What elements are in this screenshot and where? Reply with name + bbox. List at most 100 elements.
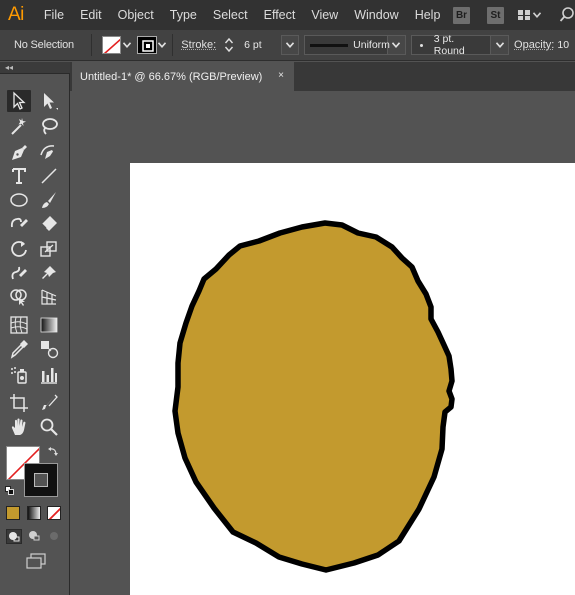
menu-view[interactable]: View [303, 0, 346, 30]
menu-object[interactable]: Object [110, 0, 162, 30]
symbol-sprayer-tool[interactable] [7, 364, 31, 386]
stroke-dropdown-chevron[interactable] [157, 36, 169, 54]
stroke-weight-stepper[interactable] [224, 36, 234, 54]
variable-width-profile-field[interactable]: Uniform [304, 35, 390, 55]
bridge-button[interactable]: Br [453, 7, 470, 24]
menu-select[interactable]: Select [205, 0, 256, 30]
search-icon[interactable] [560, 6, 575, 24]
opacity-label[interactable]: Opacity: [514, 39, 554, 51]
symbol-sprayer-icon [11, 367, 27, 384]
rotate-tool-icon [11, 241, 27, 257]
perspective-grid-tool[interactable] [37, 286, 61, 308]
stroke-weight-dropdown[interactable] [281, 35, 300, 55]
gradient-tool[interactable] [37, 314, 61, 336]
selection-status: No Selection [14, 39, 74, 51]
none-swatch-icon [103, 38, 121, 53]
profile-dropdown[interactable] [388, 35, 406, 55]
draw-inside-icon [50, 532, 58, 540]
stroke-weight-value: 6 pt [244, 39, 262, 51]
rotate-tool[interactable] [7, 238, 31, 260]
stroke-color-swatch[interactable] [24, 463, 58, 497]
hand-tool-icon [11, 418, 26, 435]
ellipse-tool[interactable] [7, 189, 31, 211]
draw-normal-button[interactable] [6, 529, 22, 544]
artboard[interactable] [130, 163, 575, 595]
menu-help[interactable]: Help [407, 0, 449, 30]
pen-tool[interactable] [7, 142, 31, 164]
warp-tool[interactable] [7, 262, 31, 284]
chevron-down-icon [123, 42, 132, 48]
draw-behind-button[interactable] [27, 529, 43, 544]
document-tab-bar: Untitled-1* @ 66.67% (RGB/Preview) × [70, 62, 575, 91]
mesh-tool-icon [10, 316, 28, 334]
workspace-switcher[interactable] [518, 5, 550, 25]
lasso-tool[interactable] [37, 115, 61, 137]
slice-tool-icon [42, 394, 58, 410]
stroke-weight-field[interactable]: 6 pt [240, 35, 281, 55]
eyedropper-tool[interactable] [7, 338, 31, 360]
graph-tool[interactable] [37, 364, 61, 386]
selection-tool[interactable] [7, 90, 31, 112]
brush-dropdown[interactable] [491, 35, 510, 55]
opacity-value: 10 [557, 39, 570, 51]
magic-wand-icon [11, 118, 26, 135]
menu-effect[interactable]: Effect [256, 0, 304, 30]
brush-value: 3 pt. Round [433, 33, 465, 57]
yellow-blob-shape[interactable] [172, 220, 455, 573]
color-mode-button[interactable] [6, 506, 20, 520]
zoom-tool[interactable] [37, 416, 61, 438]
artboard-tool[interactable] [7, 392, 31, 414]
canvas-area[interactable] [70, 91, 575, 595]
stroke-swatch[interactable] [136, 36, 157, 54]
menu-type[interactable]: Type [162, 0, 205, 30]
app-logo: Ai [8, 4, 24, 25]
opacity-field[interactable]: 10 [557, 35, 575, 55]
stock-button[interactable]: St [487, 7, 504, 24]
direct-selection-tool[interactable] [37, 90, 61, 112]
document-tab-title: Untitled-1* @ 66.67% (RGB/Preview) [80, 70, 263, 83]
puppet-warp-icon [42, 266, 56, 279]
type-tool-icon [12, 168, 26, 184]
workspace-grid-icon [518, 10, 530, 20]
shaper-tool[interactable] [7, 213, 31, 235]
draw-behind-icon [29, 531, 40, 541]
perspective-grid-icon [41, 289, 57, 305]
swap-fill-stroke-icon[interactable] [48, 446, 58, 456]
line-tool[interactable] [37, 165, 61, 187]
hand-tool[interactable] [7, 416, 31, 438]
screen-mode-button[interactable] [25, 552, 47, 570]
blend-tool[interactable] [37, 338, 61, 360]
graph-tool-icon [41, 368, 57, 384]
type-tool[interactable] [7, 165, 31, 187]
stroke-swatch-hole [34, 473, 48, 487]
brush-definition-field[interactable]: 3 pt. Round [410, 33, 492, 57]
gradient-mode-button[interactable] [27, 506, 41, 520]
eraser-icon [41, 216, 57, 231]
fill-swatch-none[interactable] [101, 36, 122, 54]
menu-file[interactable]: File [36, 0, 72, 30]
magic-wand-tool[interactable] [7, 115, 31, 137]
puppet-warp-tool[interactable] [37, 262, 61, 284]
document-tab[interactable]: Untitled-1* @ 66.67% (RGB/Preview) × [72, 62, 294, 91]
chevron-down-icon [286, 42, 295, 48]
menu-window[interactable]: Window [346, 0, 406, 30]
scale-tool[interactable] [37, 238, 61, 260]
curvature-tool[interactable] [37, 142, 61, 164]
tools-panel-header: ◂◂ [0, 62, 70, 74]
lasso-icon [42, 118, 58, 135]
close-tab-icon[interactable]: × [278, 70, 284, 81]
draw-inside-button[interactable] [47, 529, 63, 544]
profile-line-preview [310, 44, 349, 47]
default-colors-icon[interactable] [5, 486, 15, 496]
menu-edit[interactable]: Edit [72, 0, 110, 30]
shape-builder-tool[interactable] [7, 286, 31, 308]
stroke-label[interactable]: Stroke: [181, 39, 216, 51]
collapse-panel-icon[interactable]: ◂◂ [5, 63, 13, 73]
gradient-tool-icon [40, 317, 58, 333]
fill-dropdown-chevron[interactable] [121, 36, 133, 54]
eraser-tool[interactable] [37, 213, 61, 235]
slice-tool[interactable] [37, 392, 61, 414]
paintbrush-tool[interactable] [37, 189, 61, 211]
none-mode-button[interactable] [47, 506, 61, 520]
mesh-tool[interactable] [7, 314, 31, 336]
